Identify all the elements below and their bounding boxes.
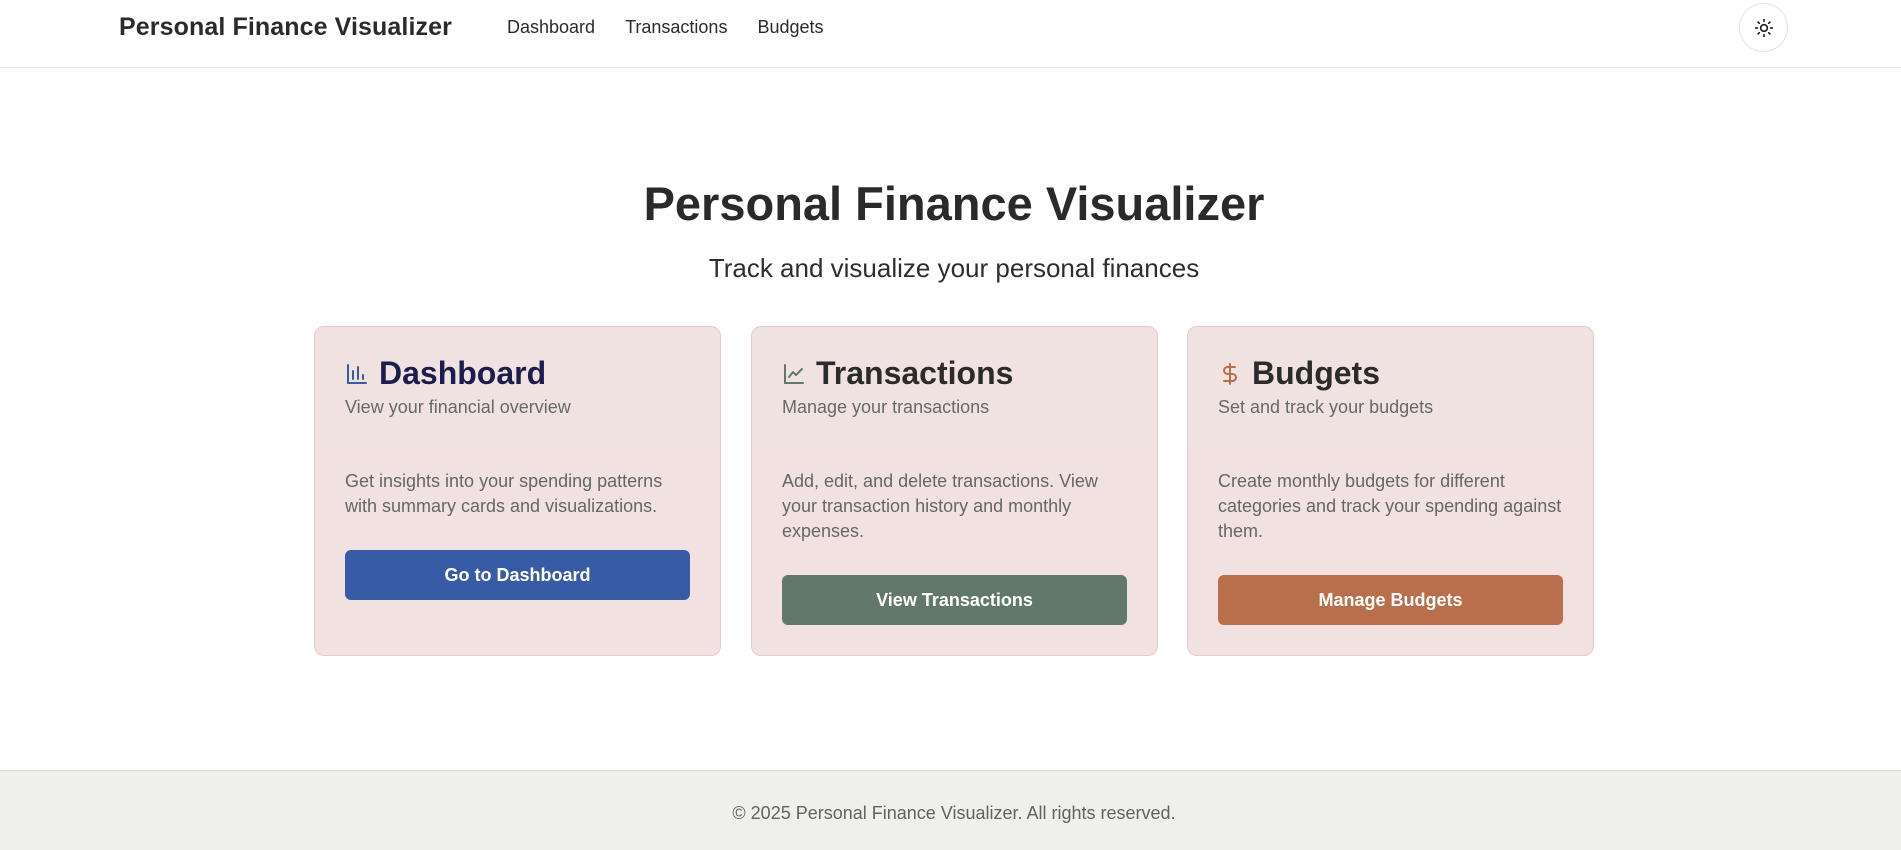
card-header: Budgets Set and track your budgets xyxy=(1188,327,1593,451)
manage-budgets-button[interactable]: Manage Budgets xyxy=(1218,575,1563,625)
card-title: Budgets xyxy=(1252,355,1380,391)
card-body-text: Add, edit, and delete transactions. View… xyxy=(782,471,1098,541)
card-title: Transactions xyxy=(816,355,1014,391)
top-navbar: Personal Finance Visualizer Dashboard Tr… xyxy=(0,0,1901,68)
dollar-icon xyxy=(1218,362,1242,386)
card-body-text: Get insights into your spending patterns… xyxy=(345,471,663,516)
card-header: Dashboard View your financial overview xyxy=(315,327,720,451)
nav-link-transactions[interactable]: Transactions xyxy=(625,17,727,38)
nav-link-budgets[interactable]: Budgets xyxy=(757,17,823,38)
card-description: Manage your transactions xyxy=(782,397,990,417)
transactions-card: Transactions Manage your transactions Ad… xyxy=(751,326,1158,656)
theme-toggle-button[interactable] xyxy=(1739,3,1788,52)
view-transactions-button[interactable]: View Transactions xyxy=(782,575,1127,625)
go-to-dashboard-button[interactable]: Go to Dashboard xyxy=(345,550,690,600)
budgets-card: Budgets Set and track your budgets Creat… xyxy=(1187,326,1594,656)
card-header: Transactions Manage your transactions xyxy=(752,327,1157,451)
page-title: Personal Finance Visualizer xyxy=(643,177,1265,230)
page-subtitle: Track and visualize your personal financ… xyxy=(708,253,1200,283)
card-title: Dashboard xyxy=(379,355,547,391)
dashboard-card: Dashboard View your financial overview G… xyxy=(314,326,721,656)
card-description: View your financial overview xyxy=(345,397,571,417)
bar-chart-icon xyxy=(345,362,369,386)
line-chart-icon xyxy=(782,362,806,386)
brand-title[interactable]: Personal Finance Visualizer xyxy=(119,13,452,42)
nav-link-dashboard[interactable]: Dashboard xyxy=(507,17,595,38)
main-nav: Dashboard Transactions Budgets xyxy=(507,17,824,38)
page-footer: © 2025 Personal Finance Visualizer. All … xyxy=(0,770,1901,850)
copyright-text: © 2025 Personal Finance Visualizer. All … xyxy=(732,803,1176,823)
card-description: Set and track your budgets xyxy=(1218,397,1434,417)
card-body-text: Create monthly budgets for different cat… xyxy=(1218,471,1562,541)
sun-icon xyxy=(1754,18,1773,37)
